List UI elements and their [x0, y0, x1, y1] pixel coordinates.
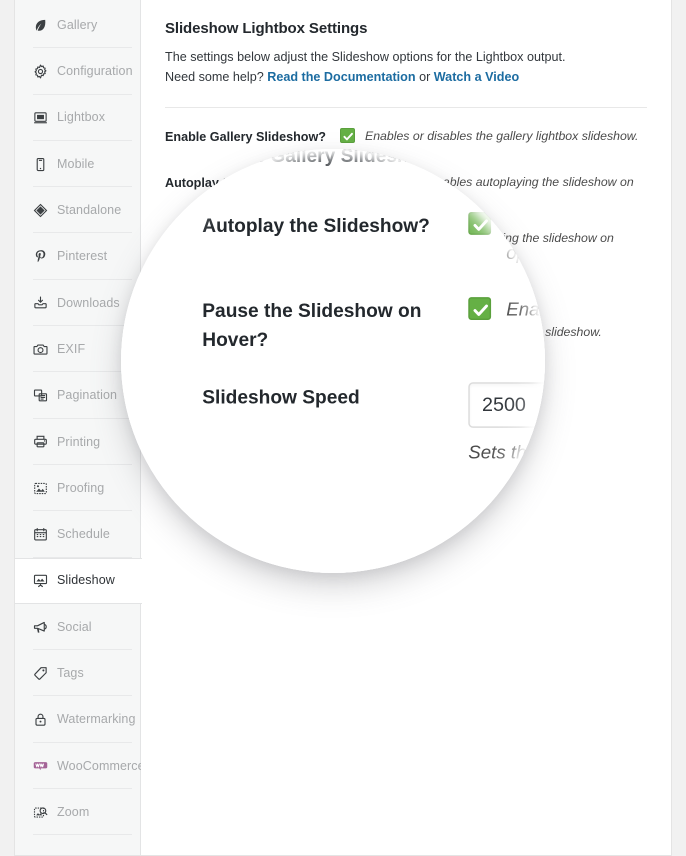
sidebar-item-label: Tags: [57, 667, 84, 680]
setting-help-text: Enables or disables the gallery lightbox…: [365, 127, 638, 146]
help-separator: or: [419, 70, 430, 84]
sidebar-item-label: Slideshow: [57, 574, 115, 587]
sidebar-item-printing[interactable]: Printing: [15, 419, 140, 465]
sidebar-item-label: Lightbox: [57, 111, 105, 124]
sidebar-item-label: Standalone: [57, 204, 121, 217]
sidebar-item-label: Pinterest: [57, 250, 107, 263]
setting-field: Enables or disables pausing the slidesho…: [340, 229, 647, 266]
sidebar-item-label: Watermarking: [57, 713, 136, 726]
sidebar-item-pagination[interactable]: Pagination: [15, 372, 140, 418]
setting-field: Enables or disables the gallery lightbox…: [340, 127, 647, 146]
read-documentation-link[interactable]: Read the Documentation: [267, 70, 415, 84]
zoom-icon: [33, 805, 48, 820]
setting-label: Enable Gallery Slideshow?: [165, 127, 340, 146]
mobile-icon: [33, 157, 48, 172]
sidebar-item-gallery[interactable]: Gallery: [15, 2, 140, 48]
sidebar-item-label: Configuration: [57, 65, 133, 78]
woocommerce-icon: [33, 758, 48, 773]
sidebar-item-woocommerce[interactable]: WooCommerce: [15, 743, 140, 789]
setting-help-text: Sets the speed of the gallery lightbox s…: [340, 323, 602, 342]
sidebar-item-label: Downloads: [57, 297, 120, 310]
watch-video-link[interactable]: Watch a Video: [434, 70, 519, 84]
lock-icon: [33, 712, 48, 727]
sidebar-item-social[interactable]: Social: [15, 604, 140, 650]
sidebar-item-watermarking[interactable]: Watermarking: [15, 696, 140, 742]
setting-label: Pause the Slideshow on Hover?: [165, 229, 340, 267]
setting-checkbox[interactable]: [340, 174, 355, 189]
sidebar-item-label: Social: [57, 621, 92, 634]
sidebar-item-slideshow[interactable]: Slideshow: [15, 558, 142, 604]
leaf-icon: [33, 18, 48, 33]
setting-row: Slideshow SpeedSets the speed of the gal…: [165, 267, 647, 342]
sidebar-item-mobile[interactable]: Mobile: [15, 141, 140, 187]
sidebar-item-zoom[interactable]: Zoom: [15, 789, 140, 835]
sidebar-item-downloads[interactable]: Downloads: [15, 280, 140, 326]
setting-help-text: Enables or disables autoplaying the slid…: [365, 173, 647, 210]
setting-field: Sets the speed of the gallery lightbox s…: [340, 286, 647, 342]
settings-card: Gallery Configuration Lightbox Mobile Standa…: [14, 0, 672, 856]
setting-row: Enable Gallery Slideshow? Enables or disa…: [165, 108, 647, 154]
sidebar-item-schedule[interactable]: Schedule: [15, 511, 140, 557]
setting-checkbox[interactable]: [340, 230, 355, 245]
setting-label: Autoplay the Slideshow?: [165, 173, 340, 192]
tag-icon: [33, 666, 48, 681]
pinterest-icon: [33, 249, 48, 264]
sidebar-item-label: EXIF: [57, 343, 85, 356]
printer-icon: [33, 434, 48, 449]
slideshow-speed-input[interactable]: [340, 286, 512, 316]
setting-row: Pause the Slideshow on Hover? Enables or …: [165, 210, 647, 267]
calendar-icon: [33, 527, 48, 542]
gear-icon: [33, 64, 48, 79]
setting-checkbox[interactable]: [340, 128, 355, 143]
help-line: Need some help? Read the Documentation o…: [165, 68, 647, 88]
settings-content: Slideshow Lightbox Settings The settings…: [141, 0, 671, 855]
slideshow-icon: [33, 573, 48, 588]
page-title: Slideshow Lightbox Settings: [165, 20, 647, 37]
pages-icon: [33, 388, 48, 403]
sidebar-item-configuration[interactable]: Configuration: [15, 48, 140, 94]
setting-help-text: Enables or disables pausing the slidesho…: [365, 229, 647, 266]
sidebar-item-tags[interactable]: Tags: [15, 650, 140, 696]
sidebar-item-label: Printing: [57, 436, 100, 449]
settings-sidebar: Gallery Configuration Lightbox Mobile Standa…: [15, 0, 141, 855]
diamond-icon: [33, 203, 48, 218]
megaphone-icon: [33, 620, 48, 635]
sidebar-item-standalone[interactable]: Standalone: [15, 187, 140, 233]
sidebar-item-label: Gallery: [57, 19, 97, 32]
sidebar-item-label: WooCommerce: [57, 760, 145, 773]
setting-label: Slideshow Speed: [165, 286, 340, 305]
help-prefix: Need some help?: [165, 70, 264, 84]
setting-field: Enables or disables autoplaying the slid…: [340, 173, 647, 210]
sidebar-item-lightbox[interactable]: Lightbox: [15, 95, 140, 141]
settings-screen: Gallery Configuration Lightbox Mobile Standa…: [0, 0, 686, 856]
settings-rows: Enable Gallery Slideshow? Enables or disa…: [165, 108, 647, 342]
sidebar-item-label: Zoom: [57, 806, 89, 819]
download-icon: [33, 295, 48, 310]
sidebar-item-label: Proofing: [57, 482, 104, 495]
sidebar-item-label: Pagination: [57, 389, 117, 402]
setting-row: Autoplay the Slideshow? Enables or disabl…: [165, 154, 647, 210]
lightbox-icon: [33, 110, 48, 125]
sidebar-item-pinterest[interactable]: Pinterest: [15, 233, 140, 279]
sidebar-item-exif[interactable]: EXIF: [15, 326, 140, 372]
camera-icon: [33, 342, 48, 357]
sidebar-item-label: Mobile: [57, 158, 94, 171]
sidebar-item-label: Schedule: [57, 528, 110, 541]
settings-description: The settings below adjust the Slideshow …: [165, 48, 647, 68]
proofing-icon: [33, 481, 48, 496]
sidebar-item-proofing[interactable]: Proofing: [15, 465, 140, 511]
